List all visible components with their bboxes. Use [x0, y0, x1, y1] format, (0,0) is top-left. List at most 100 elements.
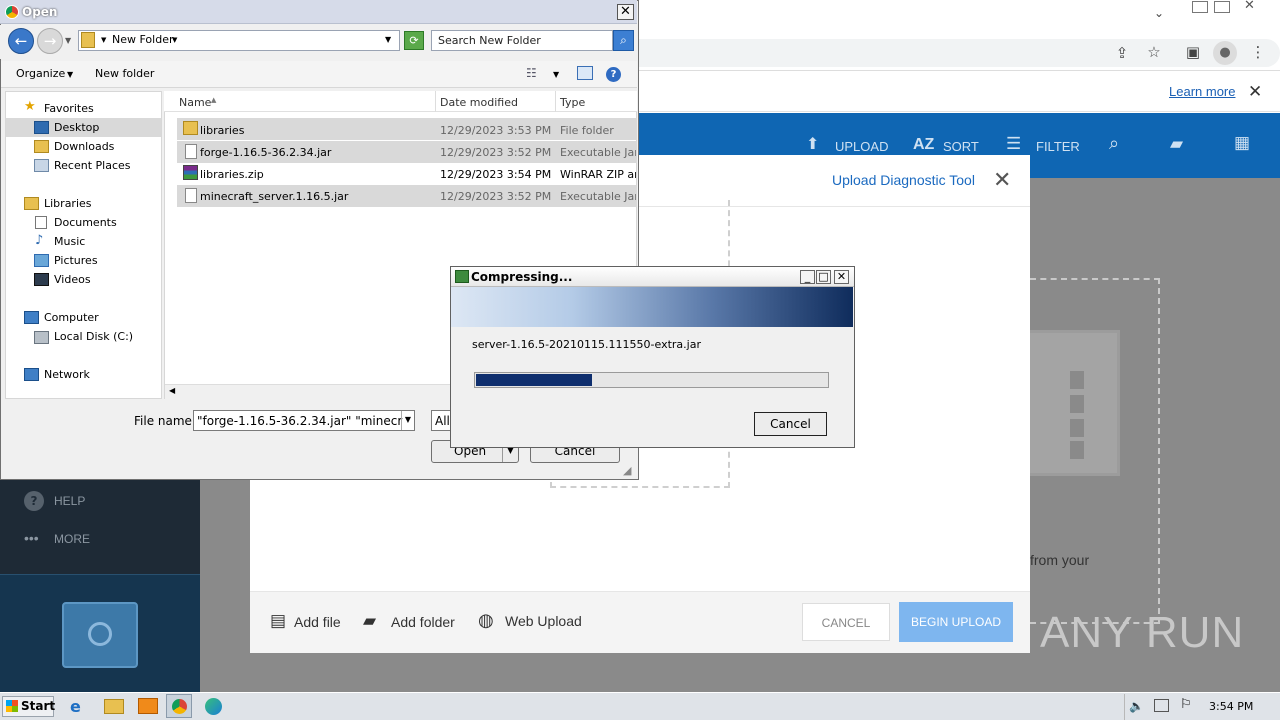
winrar-app-icon — [455, 270, 469, 283]
media-player-icon[interactable] — [138, 698, 158, 714]
sidebar-item-music[interactable]: Music — [54, 235, 85, 248]
view-icon[interactable]: ☷ — [526, 66, 537, 80]
minimize-icon[interactable]: _ — [800, 270, 815, 284]
sidebar-item-videos[interactable]: Videos — [54, 273, 91, 286]
start-label[interactable]: Start — [21, 699, 55, 713]
begin-upload-button[interactable]: BEGIN UPLOAD — [899, 602, 1013, 642]
maximize-icon[interactable]: □ — [816, 270, 831, 284]
more-icon: ••• — [24, 530, 39, 546]
preview-pane-icon[interactable] — [577, 66, 593, 80]
new-folder-button[interactable]: New folder — [95, 67, 154, 80]
grid-view-icon[interactable]: ▦ — [1234, 133, 1250, 153]
tab-search-icon[interactable]: ⌄ — [1154, 6, 1164, 20]
infobar-close-icon[interactable]: ✕ — [1248, 82, 1262, 102]
scroll-left-icon[interactable]: ◀ — [169, 386, 175, 395]
resize-grip-icon[interactable]: ◢ — [623, 464, 631, 477]
folder-icon — [81, 32, 95, 48]
close-window-icon[interactable]: ✕ — [1244, 0, 1255, 13]
file-name-value[interactable]: "forge-1.16.5-36.2.34.jar" "minecraft_se… — [197, 414, 403, 428]
add-file-button[interactable]: Add file — [294, 614, 341, 630]
network-tray-icon[interactable] — [1154, 699, 1169, 712]
file-name[interactable]: minecraft_server.1.16.5.jar — [200, 190, 348, 203]
file-name[interactable]: forge-1.16.5-36.2.34.jar — [200, 146, 331, 159]
sidebar-item-recent-places[interactable]: Recent Places — [54, 159, 131, 172]
sidebar-item-local-disk[interactable]: Local Disk (C:) — [54, 330, 133, 343]
compressing-banner — [451, 287, 853, 327]
file-type: Executable Jar File — [560, 146, 636, 159]
volume-icon[interactable]: 🔈 — [1129, 699, 1144, 713]
address-bar[interactable] — [620, 39, 1280, 67]
panel-close-icon[interactable]: ✕ — [993, 168, 1011, 193]
forward-arrow-icon[interactable]: → — [37, 28, 63, 54]
chrome-taskbar-icon[interactable] — [166, 694, 192, 718]
sort-button[interactable]: SORT — [943, 139, 979, 154]
clock[interactable]: 3:54 PM — [1209, 700, 1253, 713]
upload-icon: ⬆ — [806, 136, 820, 153]
file-name-dropdown-icon[interactable]: ▼ — [401, 411, 414, 430]
web-upload-button[interactable]: Web Upload — [505, 613, 582, 629]
column-date-modified[interactable]: Date modified — [440, 96, 518, 109]
open-dialog-titlebar[interactable] — [0, 0, 637, 24]
star-icon: ★ — [24, 99, 36, 114]
sidebar-favorites[interactable]: Favorites — [44, 102, 94, 115]
view-dropdown-icon[interactable]: ▼ — [553, 70, 559, 79]
refresh-icon[interactable]: ⟳ — [404, 31, 424, 50]
search-icon[interactable]: ⌕ — [1109, 133, 1119, 154]
sidebar-item-desktop[interactable]: Desktop — [54, 121, 99, 134]
internet-explorer-icon[interactable]: e — [70, 697, 90, 716]
sidebar-network[interactable]: Network — [44, 368, 90, 381]
restore-icon[interactable] — [1214, 1, 1230, 13]
address-dropdown-icon[interactable]: ▼ — [385, 35, 391, 44]
side-panel-icon[interactable]: ▣ — [1184, 43, 1202, 61]
file-type: WinRAR ZIP archive — [560, 168, 636, 181]
sidebar-libraries[interactable]: Libraries — [44, 197, 92, 210]
videos-icon — [34, 273, 49, 286]
search-icon[interactable]: ⌕ — [613, 30, 634, 51]
file-name[interactable]: libraries.zip — [200, 168, 264, 181]
organize-menu[interactable]: Organize — [16, 67, 65, 80]
minimize-icon[interactable] — [1192, 1, 1208, 13]
back-arrow-icon[interactable]: ← — [8, 28, 34, 54]
sidebar-item-downloads[interactable]: Downloads — [54, 140, 114, 153]
column-name[interactable]: Name — [179, 96, 211, 109]
folder-icon — [183, 121, 198, 135]
file-date: 12/29/2023 3:52 PM — [440, 190, 552, 203]
nav-more[interactable]: MORE — [54, 532, 90, 546]
explorer-icon[interactable] — [104, 699, 124, 714]
add-folder-button[interactable]: Add folder — [391, 614, 455, 630]
bookmark-star-icon[interactable]: ☆ — [1145, 43, 1163, 61]
file-type-value[interactable]: All — [435, 414, 450, 428]
learn-more-link[interactable]: Learn more — [1169, 84, 1235, 99]
edge-icon[interactable] — [205, 698, 222, 715]
file-name[interactable]: libraries — [200, 124, 244, 137]
new-folder-icon[interactable]: ▰ — [1170, 134, 1183, 154]
horizontal-scrollbar[interactable] — [165, 384, 455, 399]
sidebar-item-pictures[interactable]: Pictures — [54, 254, 98, 267]
close-icon[interactable]: ✕ — [834, 270, 849, 284]
profile-avatar-icon[interactable]: ● — [1213, 41, 1237, 65]
start-button[interactable]: Start — [2, 696, 55, 717]
address-text[interactable]: New Folder — [112, 33, 173, 46]
filter-button[interactable]: FILTER — [1036, 139, 1080, 154]
browser-menu-icon[interactable]: ⋮ — [1249, 43, 1267, 61]
sidebar-computer[interactable]: Computer — [44, 311, 99, 324]
sidebar-item-documents[interactable]: Documents — [54, 216, 117, 229]
nav-help[interactable]: HELP — [54, 494, 85, 508]
column-type[interactable]: Type — [560, 96, 585, 109]
add-file-icon: ▤ — [270, 611, 287, 630]
system-tray — [1124, 694, 1280, 720]
path-dropdown-icon[interactable]: ▼ — [172, 36, 177, 44]
history-dropdown-icon[interactable]: ▼ — [65, 36, 71, 45]
help-icon[interactable]: ? — [606, 67, 621, 82]
column-divider[interactable] — [555, 91, 556, 112]
upload-button[interactable]: UPLOAD — [835, 139, 888, 154]
column-divider[interactable] — [435, 91, 436, 112]
panel-title: Upload Diagnostic Tool — [832, 172, 975, 188]
share-icon[interactable]: ⇪ — [1113, 44, 1131, 62]
cancel-upload-button[interactable]: CANCEL — [802, 603, 890, 641]
close-icon[interactable]: ✕ — [617, 4, 634, 20]
watermark-logo: ANY RUN — [1040, 608, 1245, 657]
flag-icon[interactable]: ⚐ — [1180, 697, 1192, 712]
windows-logo-icon — [6, 700, 18, 712]
compress-cancel-button[interactable]: Cancel — [754, 412, 827, 436]
